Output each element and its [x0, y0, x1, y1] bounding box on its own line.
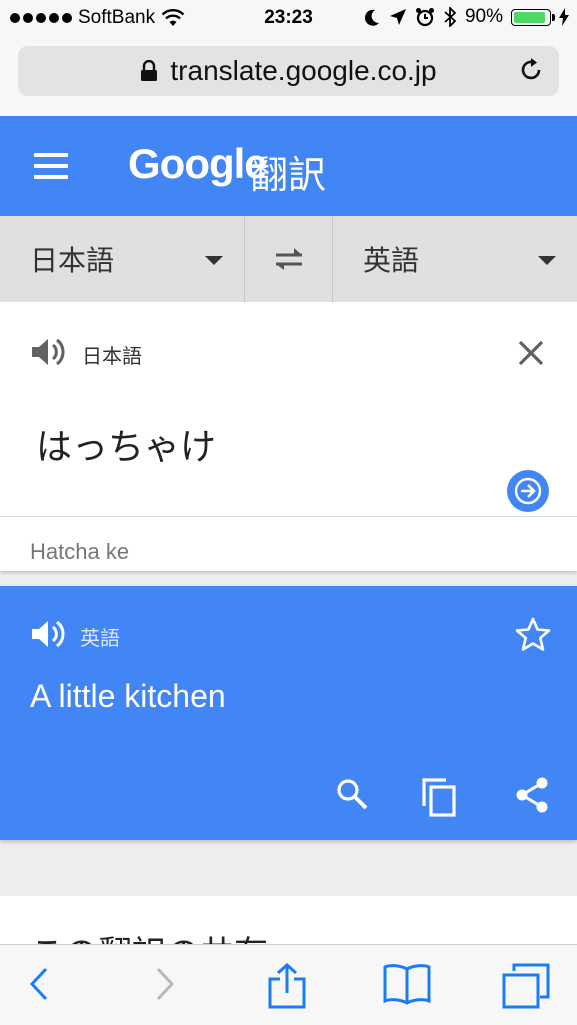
result-language-name: 英語 [80, 628, 120, 650]
source-language-name: 日本語 [82, 346, 142, 368]
speaker-icon[interactable] [30, 336, 66, 368]
translate-button[interactable] [507, 470, 549, 512]
status-bar: SoftBank 23:23 90% [0, 0, 577, 36]
url-text: translate.google.co.jp [170, 55, 437, 86]
location-arrow-icon [389, 9, 406, 25]
bluetooth-icon [444, 7, 457, 27]
battery-percent: 90% [464, 6, 503, 27]
translated-text[interactable]: A little kitchen [30, 678, 226, 715]
source-language-label: 日本語 [30, 245, 115, 276]
source-text[interactable]: はっちゃけ [36, 418, 216, 470]
caret-down-icon [538, 256, 556, 265]
forward-icon[interactable] [152, 963, 178, 1005]
charging-bolt-icon [559, 8, 569, 26]
battery-fill [514, 11, 545, 23]
search-icon[interactable] [334, 776, 370, 812]
copy-icon[interactable] [420, 776, 458, 818]
caret-down-icon [205, 256, 223, 265]
target-language-select[interactable]: 英語 [333, 216, 577, 302]
translation-result-card: 英語 A little kitchen [0, 586, 577, 840]
source-input-card[interactable]: 日本語 はっちゃけ [0, 302, 577, 516]
share-section-title: この翻訳の共有 [30, 926, 268, 946]
address-bar[interactable]: translate.google.co.jp [18, 46, 559, 96]
menu-icon[interactable] [34, 153, 68, 179]
app-header: Google 翻訳 [0, 116, 577, 216]
reload-icon[interactable] [517, 56, 545, 84]
transliteration-text: Hatcha ke [30, 539, 130, 564]
browser-toolbar [0, 944, 577, 1025]
share-sheet-icon[interactable] [266, 963, 308, 1009]
swap-languages-button[interactable] [245, 216, 332, 302]
source-language-select[interactable]: 日本語 [0, 216, 244, 302]
lock-icon [141, 60, 158, 81]
swap-icon [275, 248, 302, 270]
product-title: 翻訳 [250, 155, 327, 197]
language-bar: 日本語 英語 [0, 216, 577, 303]
star-icon[interactable] [514, 616, 552, 652]
tabs-icon[interactable] [502, 963, 550, 1009]
close-icon[interactable] [516, 338, 546, 368]
share-icon[interactable] [514, 776, 550, 814]
bookmarks-icon[interactable] [382, 963, 432, 1005]
arrow-right-icon [514, 477, 542, 505]
status-right: 90% [365, 6, 569, 28]
google-logo[interactable]: Google [128, 140, 268, 188]
transliteration-bar: Hatcha ke [0, 516, 577, 571]
share-section: この翻訳の共有 [0, 896, 577, 946]
battery-icon [511, 8, 555, 26]
target-language-label: 英語 [363, 245, 420, 276]
moon-icon [365, 9, 379, 26]
alarm-icon [415, 8, 434, 27]
speaker-icon[interactable] [30, 618, 66, 650]
back-icon[interactable] [26, 963, 52, 1005]
address-bar-area: translate.google.co.jp [0, 36, 577, 116]
